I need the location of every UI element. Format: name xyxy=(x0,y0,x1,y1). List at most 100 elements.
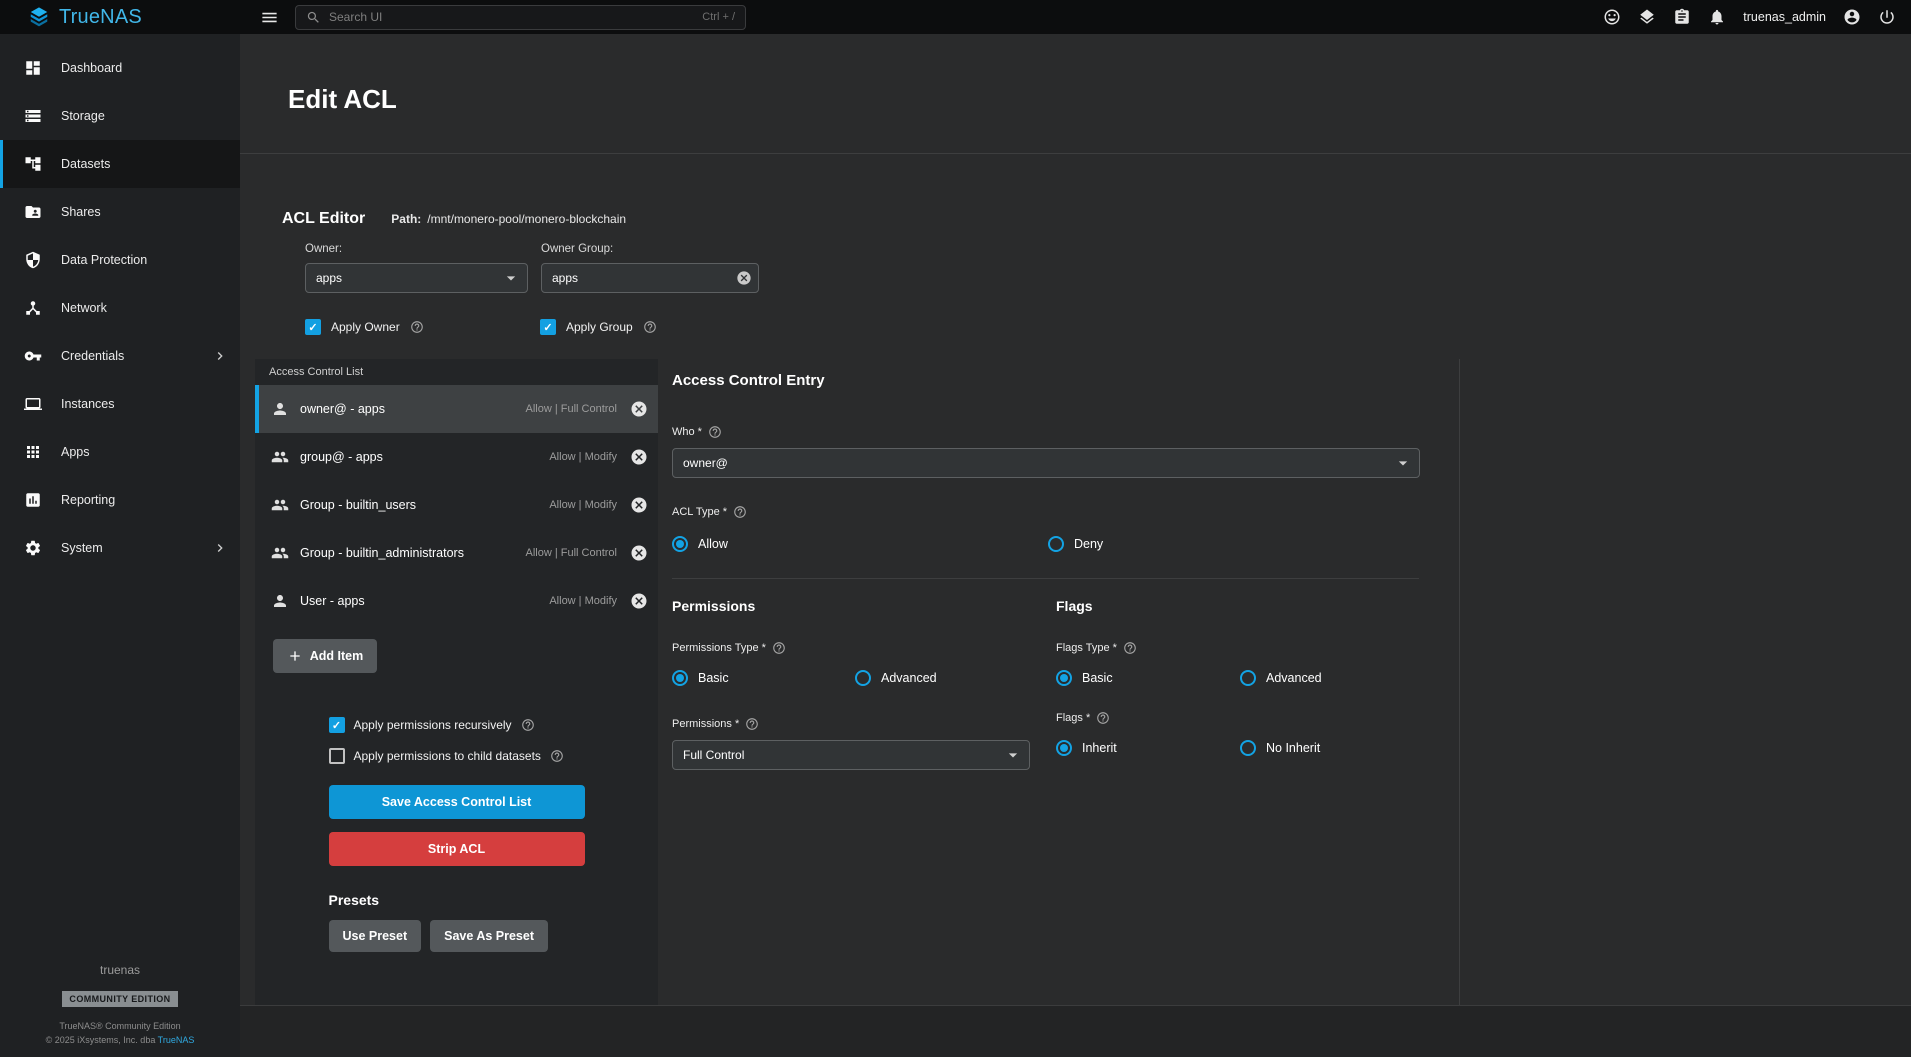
copyright-prefix: © 2025 iXsystems, Inc. dba xyxy=(46,1035,158,1045)
checkbox-checked-icon[interactable] xyxy=(329,717,345,733)
owner-group-value: apps xyxy=(552,271,578,285)
acl-entry-row[interactable]: group@ - apps Allow | Modify xyxy=(255,433,658,481)
radio-unselected-icon[interactable] xyxy=(1240,740,1256,756)
help-icon[interactable] xyxy=(410,320,424,334)
owner-select[interactable]: apps xyxy=(305,263,528,293)
help-icon[interactable] xyxy=(521,718,535,732)
page-title: Edit ACL xyxy=(288,84,1863,115)
global-search[interactable]: Ctrl + / xyxy=(295,5,746,30)
acl-entry-row[interactable]: Group - builtin_users Allow | Modify xyxy=(255,481,658,529)
clear-icon[interactable] xyxy=(736,270,752,286)
sidebar-item-storage[interactable]: Storage xyxy=(0,92,240,140)
menu-icon[interactable] xyxy=(260,8,279,27)
sidebar-item-datasets[interactable]: Datasets xyxy=(0,140,240,188)
use-preset-button[interactable]: Use Preset xyxy=(329,920,422,952)
acl-type-radio-deny[interactable]: Deny xyxy=(1048,536,1103,552)
child-datasets-checkbox[interactable]: Apply permissions to child datasets xyxy=(329,748,585,764)
recursive-checkbox[interactable]: Apply permissions recursively xyxy=(329,717,585,733)
tasks-clipboard-icon[interactable] xyxy=(1673,8,1691,26)
apply-owner-checkbox[interactable]: Apply Owner xyxy=(305,319,540,335)
acl-entry-row[interactable]: User - apps Allow | Modify xyxy=(255,577,658,625)
radio-selected-icon[interactable] xyxy=(1056,670,1072,686)
strip-acl-button[interactable]: Strip ACL xyxy=(329,832,585,866)
apply-group-checkbox[interactable]: Apply Group xyxy=(540,319,775,335)
help-icon[interactable] xyxy=(550,749,564,763)
radio-unselected-icon[interactable] xyxy=(1240,670,1256,686)
system-gear-icon xyxy=(24,539,42,557)
sidebar-item-credentials[interactable]: Credentials xyxy=(0,332,240,380)
sidebar-item-reporting[interactable]: Reporting xyxy=(0,476,240,524)
who-value: owner@ xyxy=(683,456,728,470)
who-select[interactable]: owner@ xyxy=(672,448,1420,478)
owner-label: Owner: xyxy=(305,243,528,255)
save-acl-button[interactable]: Save Access Control List xyxy=(329,785,585,819)
help-icon[interactable] xyxy=(772,641,786,655)
acl-entry-row[interactable]: Group - builtin_administrators Allow | F… xyxy=(255,529,658,577)
remove-entry-icon[interactable] xyxy=(630,448,648,466)
instances-computer-icon xyxy=(24,395,42,413)
help-icon[interactable] xyxy=(643,320,657,334)
permissions-select[interactable]: Full Control xyxy=(672,740,1030,770)
user-avatar-icon[interactable] xyxy=(1843,8,1861,26)
flags-radio-no-inherit[interactable]: No Inherit xyxy=(1240,740,1320,756)
recursive-label: Apply permissions recursively xyxy=(354,718,512,732)
remove-entry-icon[interactable] xyxy=(630,496,648,514)
permissions-type-radio-basic[interactable]: Basic xyxy=(672,670,855,686)
topbar: TrueNAS Ctrl + / truenas_admin xyxy=(0,0,1911,34)
help-icon[interactable] xyxy=(733,505,747,519)
permissions-label: Permissions * xyxy=(672,718,739,730)
acl-entry-row[interactable]: owner@ - apps Allow | Full Control xyxy=(255,385,658,433)
network-hub-icon xyxy=(24,299,42,317)
save-as-preset-button[interactable]: Save As Preset xyxy=(430,920,548,952)
dashboard-icon xyxy=(24,59,42,77)
flags-radio-inherit[interactable]: Inherit xyxy=(1056,740,1240,756)
logged-in-username: truenas_admin xyxy=(1743,10,1826,24)
data-protection-shield-icon xyxy=(24,251,42,269)
apply-group-label: Apply Group xyxy=(566,320,633,334)
alerts-bell-icon[interactable] xyxy=(1708,8,1726,26)
ace-heading: Access Control Entry xyxy=(672,372,1419,389)
jobs-layers-icon[interactable] xyxy=(1638,8,1656,26)
sidebar-item-data-protection[interactable]: Data Protection xyxy=(0,236,240,284)
user-icon xyxy=(271,592,289,610)
help-icon[interactable] xyxy=(708,425,722,439)
add-plus-icon xyxy=(287,648,303,664)
help-icon[interactable] xyxy=(1123,641,1137,655)
flags-type-radio-advanced[interactable]: Advanced xyxy=(1240,670,1322,686)
remove-entry-icon[interactable] xyxy=(630,400,648,418)
power-icon[interactable] xyxy=(1878,8,1896,26)
sidebar-item-system[interactable]: System xyxy=(0,524,240,572)
radio-unselected-icon[interactable] xyxy=(1048,536,1064,552)
search-input[interactable] xyxy=(329,10,694,24)
sidebar-item-dashboard[interactable]: Dashboard xyxy=(0,44,240,92)
help-icon[interactable] xyxy=(1096,711,1110,725)
presets-heading: Presets xyxy=(329,892,585,908)
feedback-smiley-icon[interactable] xyxy=(1603,8,1621,26)
sidebar-item-apps[interactable]: Apps xyxy=(0,428,240,476)
group-icon xyxy=(271,496,289,514)
truenas-link[interactable]: TrueNAS xyxy=(158,1035,195,1045)
sidebar-item-shares[interactable]: Shares xyxy=(0,188,240,236)
help-icon[interactable] xyxy=(745,717,759,731)
remove-entry-icon[interactable] xyxy=(630,592,648,610)
flags-type-radio-basic[interactable]: Basic xyxy=(1056,670,1240,686)
owner-group-input[interactable]: apps xyxy=(541,263,759,293)
radio-selected-icon[interactable] xyxy=(1056,740,1072,756)
checkbox-checked-icon[interactable] xyxy=(540,319,556,335)
truenas-logo[interactable]: TrueNAS xyxy=(0,6,240,29)
radio-unselected-icon[interactable] xyxy=(855,670,871,686)
sidebar-item-network[interactable]: Network xyxy=(0,284,240,332)
permissions-type-label: Permissions Type * xyxy=(672,642,766,654)
radio-label: Allow xyxy=(698,537,728,551)
checkbox-checked-icon[interactable] xyxy=(305,319,321,335)
checkbox-unchecked-icon[interactable] xyxy=(329,748,345,764)
radio-selected-icon[interactable] xyxy=(672,670,688,686)
remove-entry-icon[interactable] xyxy=(630,544,648,562)
add-item-button[interactable]: Add Item xyxy=(273,639,377,673)
radio-selected-icon[interactable] xyxy=(672,536,688,552)
main-content: Edit ACL ACL Editor Path: /mnt/monero-po… xyxy=(240,34,1911,1057)
permissions-type-radio-advanced[interactable]: Advanced xyxy=(855,670,937,686)
sidebar-item-instances[interactable]: Instances xyxy=(0,380,240,428)
acl-entry-permission: Allow | Modify xyxy=(549,595,617,607)
acl-type-radio-allow[interactable]: Allow xyxy=(672,536,1048,552)
